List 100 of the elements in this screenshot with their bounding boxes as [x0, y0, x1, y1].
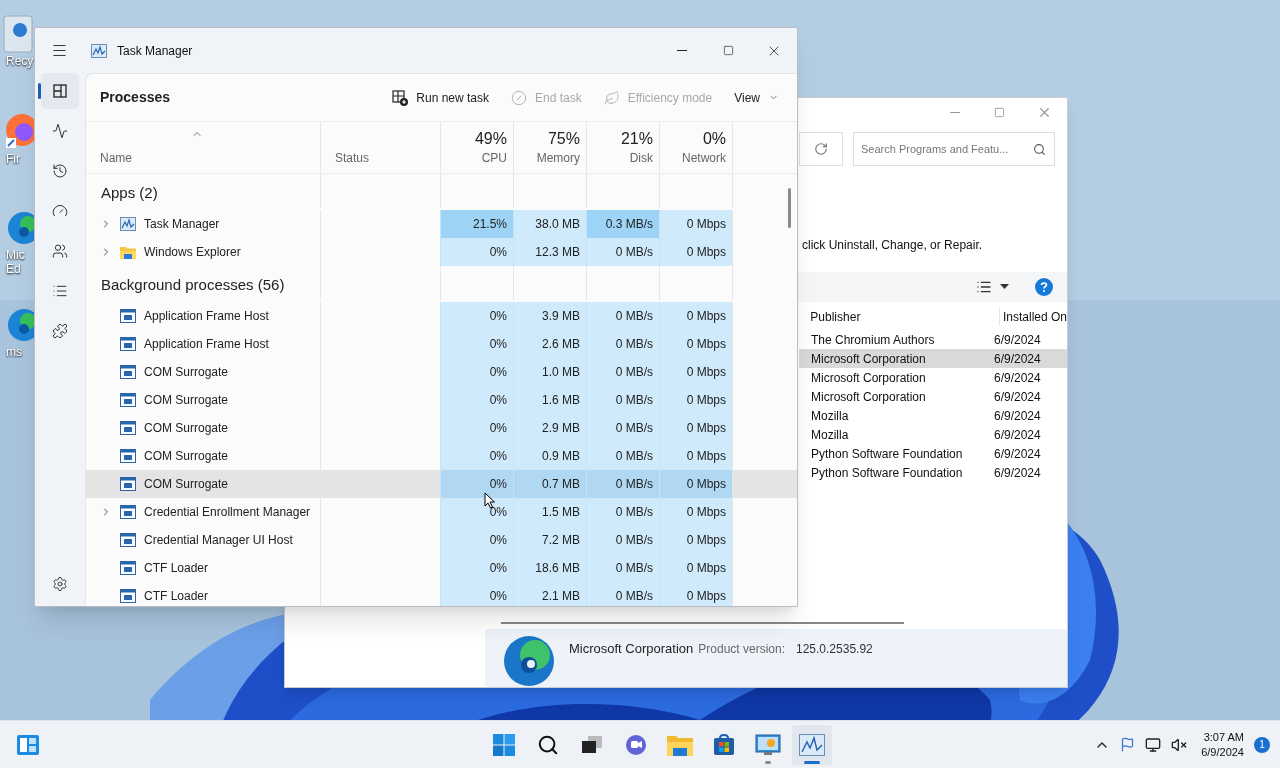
search-icon — [1033, 143, 1046, 156]
search-icon[interactable] — [536, 733, 559, 756]
minimize-icon — [677, 50, 687, 51]
usage-cell: 0 Mbps — [659, 442, 732, 470]
minimize-icon — [949, 111, 960, 113]
start-icon[interactable] — [491, 732, 516, 757]
clock[interactable]: 3:07 AM 6/9/2024 — [1201, 729, 1244, 760]
program-row[interactable]: Microsoft Corporation 6/9/2024 — [799, 349, 1067, 368]
column-header[interactable]: Status — [320, 122, 440, 173]
desktop-icon-label: Mic — [5, 248, 25, 262]
toolbar-button[interactable]: View — [726, 81, 787, 114]
program-row[interactable]: Microsoft Corporation 6/9/2024 — [799, 368, 1067, 387]
column-header[interactable]: 0% Network — [659, 122, 732, 173]
process-row[interactable]: COM Surrogate 0% 0.7 MB 0 MB/s 0 Mbps — [86, 470, 797, 498]
process-name: Credential Enrollment Manager — [144, 504, 311, 521]
page-title: Processes — [100, 88, 171, 107]
program-row[interactable]: The Chromium Authors 6/9/2024 — [799, 330, 1067, 349]
usage-cell: 0 Mbps — [659, 386, 732, 414]
program-row[interactable]: Python Software Foundation 6/9/2024 — [799, 444, 1067, 463]
program-row[interactable]: Microsoft Corporation 6/9/2024 — [799, 387, 1067, 406]
flag-icon[interactable] — [1120, 737, 1136, 752]
publisher-cell-text: Microsoft Corporation — [810, 369, 927, 387]
task-view-icon[interactable] — [580, 734, 603, 755]
store-icon[interactable] — [712, 733, 735, 756]
publisher-cell-text: Python Software Foundation — [810, 464, 964, 482]
users-icon — [52, 243, 68, 259]
installed-date-cell-text: 6/9/2024 — [993, 388, 1041, 406]
usage-cell: 0% — [440, 358, 513, 386]
program-row[interactable]: Python Software Foundation 6/9/2024 — [799, 463, 1067, 482]
refresh-button[interactable] — [799, 132, 843, 166]
usage-cell: 1.5 MB — [513, 498, 586, 526]
task-manager-icon[interactable] — [798, 733, 825, 756]
column-header[interactable]: 75% Memory — [513, 122, 586, 173]
usage-cell: 0 MB/s — [586, 238, 659, 266]
caret-icon[interactable] — [1000, 284, 1009, 290]
usage-cell: 0 MB/s — [586, 330, 659, 358]
process-name: Credential Manager UI Host — [144, 532, 293, 549]
program-row[interactable]: Mozilla 6/9/2024 — [799, 425, 1067, 444]
usage-cell: 12.3 MB — [513, 238, 586, 266]
usage-cell: 0 MB/s — [586, 358, 659, 386]
mouse-cursor-icon — [484, 492, 496, 509]
gauge-icon — [52, 203, 68, 219]
installed-date-cell-text: 6/9/2024 — [993, 426, 1041, 444]
process-name: COM Surrogate — [144, 420, 229, 437]
usage-cell: 0 Mbps — [659, 330, 732, 358]
chat-icon[interactable] — [624, 733, 647, 756]
notification-badge[interactable]: 1 — [1254, 736, 1270, 753]
task-manager-icon — [120, 217, 136, 231]
usage-cell: 0 Mbps — [659, 210, 732, 238]
column-header[interactable]: 21% Disk — [586, 122, 659, 173]
usage-cell: 0 Mbps — [659, 526, 732, 554]
scrollbar-thumb[interactable] — [788, 188, 791, 228]
scrollbar[interactable] — [501, 622, 904, 624]
process-name: COM Surrogate — [144, 476, 229, 493]
search-field[interactable]: Search Programs and Featu... — [853, 132, 1055, 166]
usage-cell: 0 MB/s — [586, 386, 659, 414]
usage-cell: 0% — [440, 238, 513, 266]
column-header[interactable]: Name — [86, 122, 320, 173]
installed-date-cell-text: 6/9/2024 — [993, 350, 1041, 368]
app-window-icon — [120, 337, 136, 351]
process-name: Application Frame Host — [144, 308, 269, 325]
usage-cell: 0 MB/s — [586, 554, 659, 582]
version-text: 125.0.2535.92 — [796, 641, 873, 658]
widgets-icon[interactable] — [16, 733, 40, 756]
usage-cell: 0% — [440, 554, 513, 582]
usage-cell: 0 MB/s — [586, 582, 659, 606]
toolbar-button[interactable]: Run new task — [384, 81, 497, 114]
column-header[interactable]: 49% CPU — [440, 122, 513, 173]
volume-muted-icon[interactable] — [1171, 736, 1188, 753]
usage-cell: 1.6 MB — [513, 386, 586, 414]
help-icon[interactable] — [1035, 278, 1053, 296]
history-icon — [52, 163, 68, 179]
nav-tab[interactable] — [41, 73, 79, 109]
process-name: Task Manager — [144, 216, 220, 233]
usage-cell: 0% — [440, 414, 513, 442]
program-row[interactable]: Mozilla 6/9/2024 — [799, 406, 1067, 425]
usage-cell: 2.6 MB — [513, 330, 586, 358]
usage-cell: 1.0 MB — [513, 358, 586, 386]
installed-date-cell-text: 6/9/2024 — [993, 369, 1041, 387]
column-header[interactable]: Publisher — [810, 308, 1000, 326]
publisher-cell-text: The Chromium Authors — [810, 331, 936, 349]
publisher-cell-text: Mozilla — [810, 426, 850, 444]
publisher-text: Microsoft Corporation — [569, 640, 694, 658]
column-header[interactable]: Installed On — [999, 308, 1067, 326]
usage-cell: 0 MB/s — [586, 302, 659, 330]
usage-cell: 0 Mbps — [659, 582, 732, 606]
process-name: Windows Explorer — [144, 244, 241, 261]
network-icon[interactable] — [1145, 736, 1162, 753]
group-header: Apps (2) — [100, 182, 159, 203]
usage-cell: 0.3 MB/s — [586, 210, 659, 238]
control-panel-icon[interactable] — [754, 733, 781, 756]
process-name: CTF Loader — [144, 560, 209, 577]
app-window-icon — [120, 449, 136, 463]
app-window-icon — [120, 533, 136, 547]
folder-icon[interactable] — [666, 733, 693, 756]
process-name: Application Frame Host — [144, 336, 269, 353]
usage-cell: 0 MB/s — [586, 414, 659, 442]
view-icon[interactable] — [976, 279, 992, 295]
installed-date-cell-text: 6/9/2024 — [993, 464, 1041, 482]
process-name: COM Surrogate — [144, 364, 229, 381]
